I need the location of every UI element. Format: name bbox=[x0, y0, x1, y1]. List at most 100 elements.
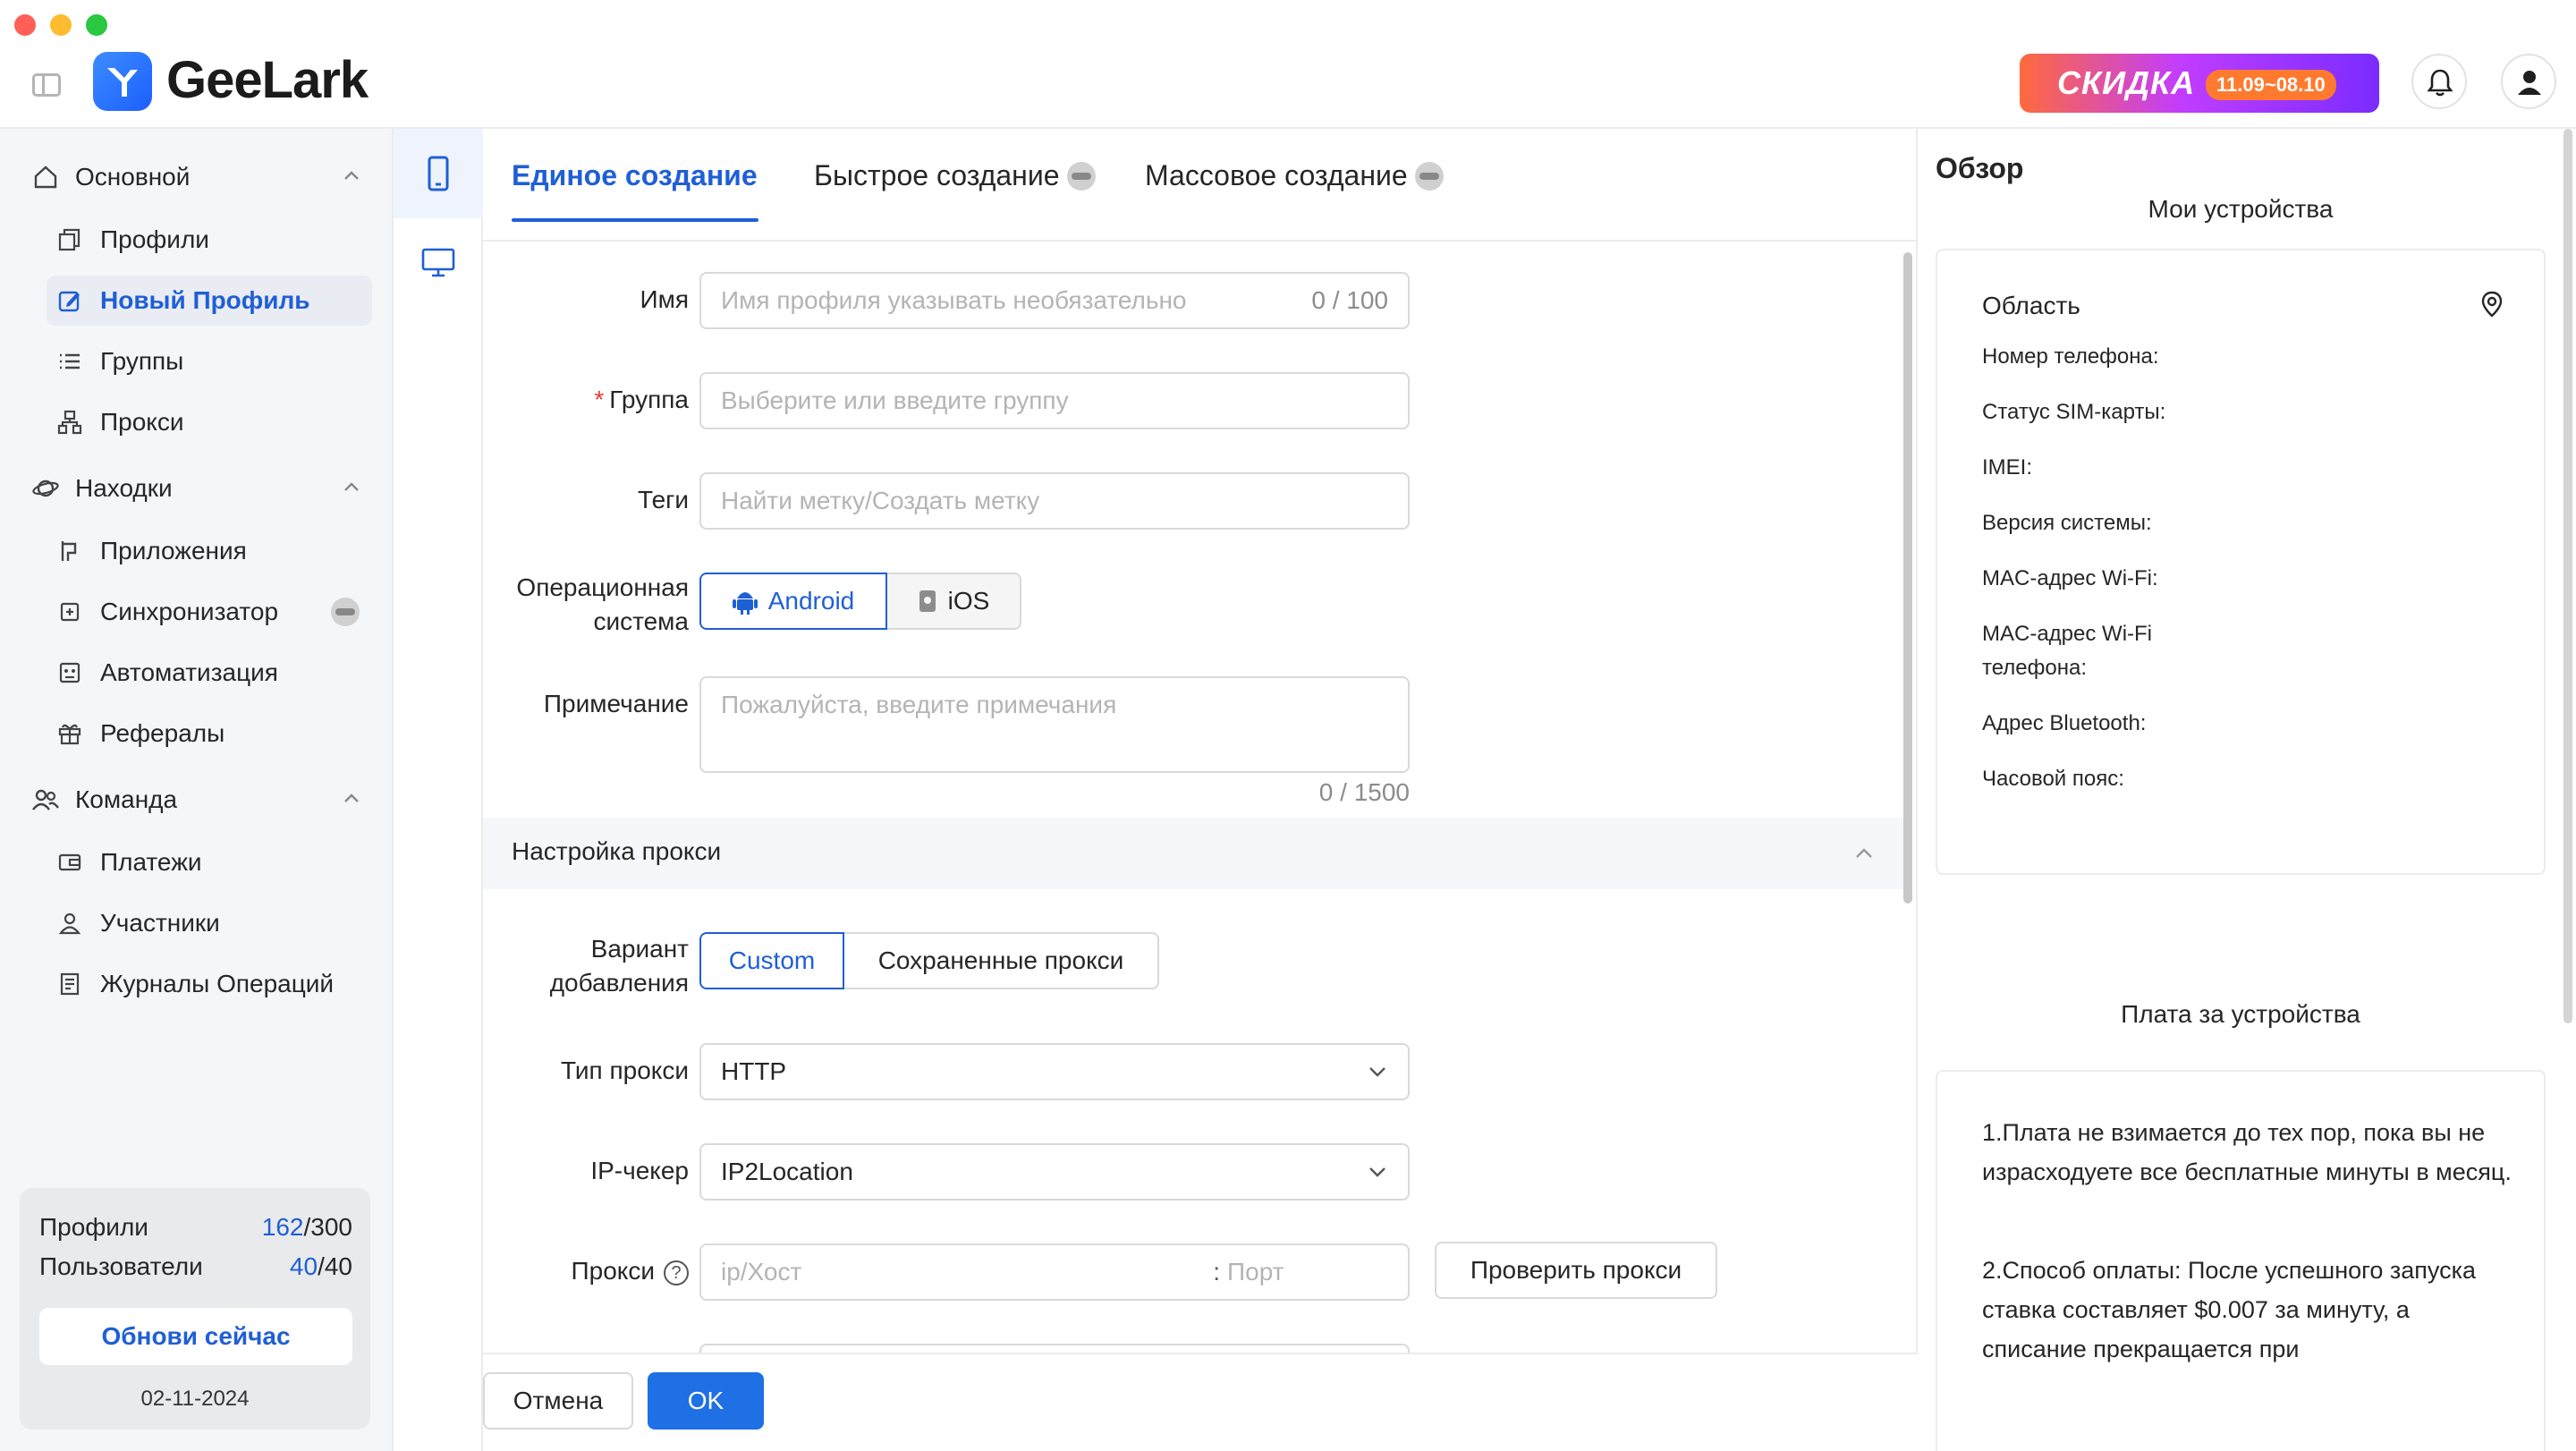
name-input[interactable]: Имя профиля указывать необязательно 0 / … bbox=[699, 272, 1410, 329]
cancel-button[interactable]: Отмена bbox=[483, 1372, 633, 1430]
plan-users-used: 40 bbox=[289, 1252, 318, 1280]
edit-icon bbox=[55, 286, 84, 315]
plan-users-total: /40 bbox=[318, 1252, 352, 1280]
tabs-divider bbox=[483, 240, 1916, 242]
sidebar-item-apps[interactable]: Приложения bbox=[47, 526, 372, 576]
overview-scrollbar[interactable] bbox=[2563, 129, 2572, 1023]
upgrade-button[interactable]: Обнови сейчас bbox=[39, 1308, 352, 1365]
add-variant-custom-label: Custom bbox=[728, 946, 816, 974]
sidebar-item-groups[interactable]: Группы bbox=[47, 336, 372, 386]
title-bar: GeeLark СКИДКА 11.09~08.10 bbox=[0, 0, 2576, 129]
chevron-up-icon bbox=[1856, 848, 1872, 858]
sidebar-item-sync[interactable]: Синхронизатор bbox=[47, 587, 372, 637]
geelark-logo-icon bbox=[93, 52, 152, 111]
os-ios-option[interactable]: iOS bbox=[886, 573, 1021, 630]
group-select[interactable]: Выберите или введите группу bbox=[699, 372, 1410, 429]
timezone-field: Часовой пояс: bbox=[1982, 767, 2124, 791]
promo-banner[interactable]: СКИДКА 11.09~08.10 bbox=[2020, 54, 2379, 113]
os-version-field: Версия системы: bbox=[1982, 511, 2152, 535]
note-label: Примечание bbox=[543, 690, 689, 717]
tab-quick-create[interactable]: Быстрое создание bbox=[814, 159, 1096, 192]
device-type-desktop[interactable] bbox=[394, 218, 483, 308]
os-android-label: Android bbox=[767, 587, 855, 615]
sidebar-item-label: Участники bbox=[100, 909, 220, 937]
proxy-host-port-input[interactable]: ip/Хост : Порт bbox=[699, 1243, 1410, 1301]
add-variant-saved-label: Сохраненные прокси bbox=[877, 946, 1124, 974]
device-info-card: Область Номер телефона: Статус SIM-карты… bbox=[1936, 249, 2546, 875]
location-pin-icon[interactable] bbox=[2479, 290, 2504, 318]
chevron-up-icon bbox=[344, 171, 359, 180]
tab-label: Массовое создание bbox=[1145, 159, 1408, 191]
sidebar-item-automation[interactable]: Автоматизация bbox=[47, 648, 372, 698]
proxy-type-select[interactable]: HTTP bbox=[699, 1043, 1410, 1100]
tags-placeholder: Найти метку/Создать метку bbox=[721, 487, 1040, 514]
note-textarea[interactable]: Пожалуйста, введите примечания bbox=[699, 676, 1410, 773]
device-type-phone[interactable] bbox=[394, 129, 483, 218]
android-icon bbox=[732, 592, 758, 615]
add-variant-custom[interactable]: Custom bbox=[699, 932, 844, 989]
proxy-label: Прокси? bbox=[483, 1254, 689, 1288]
overview-panel: Обзор Мои устройства Область Номер телеф… bbox=[1919, 129, 2576, 1451]
tab-label: Быстрое создание bbox=[814, 159, 1060, 191]
desktop-icon bbox=[421, 248, 455, 277]
imei-field: IMEI: bbox=[1982, 455, 2033, 479]
add-variant-saved[interactable]: Сохраненные прокси bbox=[843, 932, 1159, 989]
nav-group-team[interactable]: Команда bbox=[30, 778, 361, 821]
fee-paragraph-1: 1.Плата не взимается до тех пор, пока вы… bbox=[1982, 1119, 2512, 1185]
chevron-down-icon bbox=[1369, 1067, 1385, 1077]
proxy-host-placeholder[interactable]: ip/Хост bbox=[721, 1258, 1213, 1286]
tab-label: Единое создание bbox=[512, 159, 758, 191]
window-close-button[interactable] bbox=[14, 14, 36, 36]
name-label: Имя bbox=[640, 285, 689, 313]
group-label-text: Группа bbox=[609, 386, 689, 413]
check-proxy-button[interactable]: Проверить прокси bbox=[1435, 1242, 1717, 1299]
proxy-settings-header[interactable]: Настройка прокси bbox=[483, 818, 1905, 889]
sidebar-item-referrals[interactable]: Рефералы bbox=[47, 709, 372, 759]
user-avatar-button[interactable] bbox=[2501, 54, 2556, 109]
list-icon bbox=[55, 347, 84, 376]
sidebar-item-proxy[interactable]: Прокси bbox=[47, 397, 372, 447]
ip-checker-select[interactable]: IP2Location bbox=[699, 1143, 1410, 1201]
main-scrollbar[interactable] bbox=[1903, 252, 1912, 904]
proxy-type-label: Тип прокси bbox=[561, 1056, 689, 1084]
help-icon[interactable]: ? bbox=[664, 1260, 689, 1286]
sidebar-item-label: Журналы Операций bbox=[100, 970, 335, 997]
window-zoom-button[interactable] bbox=[86, 14, 107, 36]
sync-icon bbox=[55, 598, 84, 626]
next-field-input[interactable] bbox=[699, 1344, 1410, 1353]
nav-group-label: Команда bbox=[75, 785, 178, 813]
plan-profiles-row: Профили 162/300 bbox=[39, 1213, 352, 1242]
sidebar-item-label: Группы bbox=[100, 347, 184, 375]
nav-group-finds[interactable]: Находки bbox=[30, 467, 361, 510]
plan-usage-box: Профили 162/300 Пользователи 40/40 Обнов… bbox=[20, 1188, 370, 1430]
sidebar-item-payments[interactable]: Платежи bbox=[47, 837, 372, 887]
proxy-type-value: HTTP bbox=[721, 1057, 787, 1085]
bluetooth-field: Адрес Bluetooth: bbox=[1982, 711, 2147, 735]
window-minimize-button[interactable] bbox=[50, 14, 72, 36]
sidebar-item-logs[interactable]: Журналы Операций bbox=[47, 959, 372, 1009]
sidebar-item-label: Синхронизатор bbox=[100, 598, 279, 625]
wallet-icon bbox=[55, 848, 84, 877]
plan-profiles-label: Профили bbox=[39, 1213, 148, 1241]
robot-icon bbox=[55, 658, 84, 687]
device-fee-card: 1.Плата не взимается до тех пор, пока вы… bbox=[1936, 1070, 2546, 1451]
sidebar-item-new-profile[interactable]: Новый Профиль bbox=[47, 276, 372, 326]
sidebar-item-members[interactable]: Участники bbox=[47, 898, 372, 948]
tab-bulk-create[interactable]: Массовое создание bbox=[1145, 159, 1444, 192]
sidebar-item-profiles[interactable]: Профили bbox=[47, 215, 372, 265]
note-char-count: 0 / 1500 bbox=[1318, 778, 1410, 806]
nav-group-main[interactable]: Основной bbox=[30, 156, 361, 199]
sidebar-item-label: Профили bbox=[100, 225, 209, 253]
sidebar-toggle-icon[interactable] bbox=[32, 73, 61, 97]
beta-badge-icon bbox=[331, 598, 360, 626]
tags-input[interactable]: Найти метку/Создать метку bbox=[699, 472, 1410, 530]
tab-single-create[interactable]: Единое создание bbox=[512, 159, 758, 192]
proxy-port-placeholder[interactable]: Порт bbox=[1227, 1258, 1388, 1286]
device-fee-title: Плата за устройства bbox=[2121, 1000, 2360, 1028]
phone-icon bbox=[428, 156, 449, 191]
os-android-option[interactable]: Android bbox=[699, 573, 887, 630]
sidebar-item-label: Прокси bbox=[100, 408, 184, 436]
notifications-button[interactable] bbox=[2411, 54, 2467, 109]
ok-button[interactable]: OK bbox=[648, 1372, 764, 1430]
chevron-down-icon bbox=[1369, 1167, 1385, 1177]
